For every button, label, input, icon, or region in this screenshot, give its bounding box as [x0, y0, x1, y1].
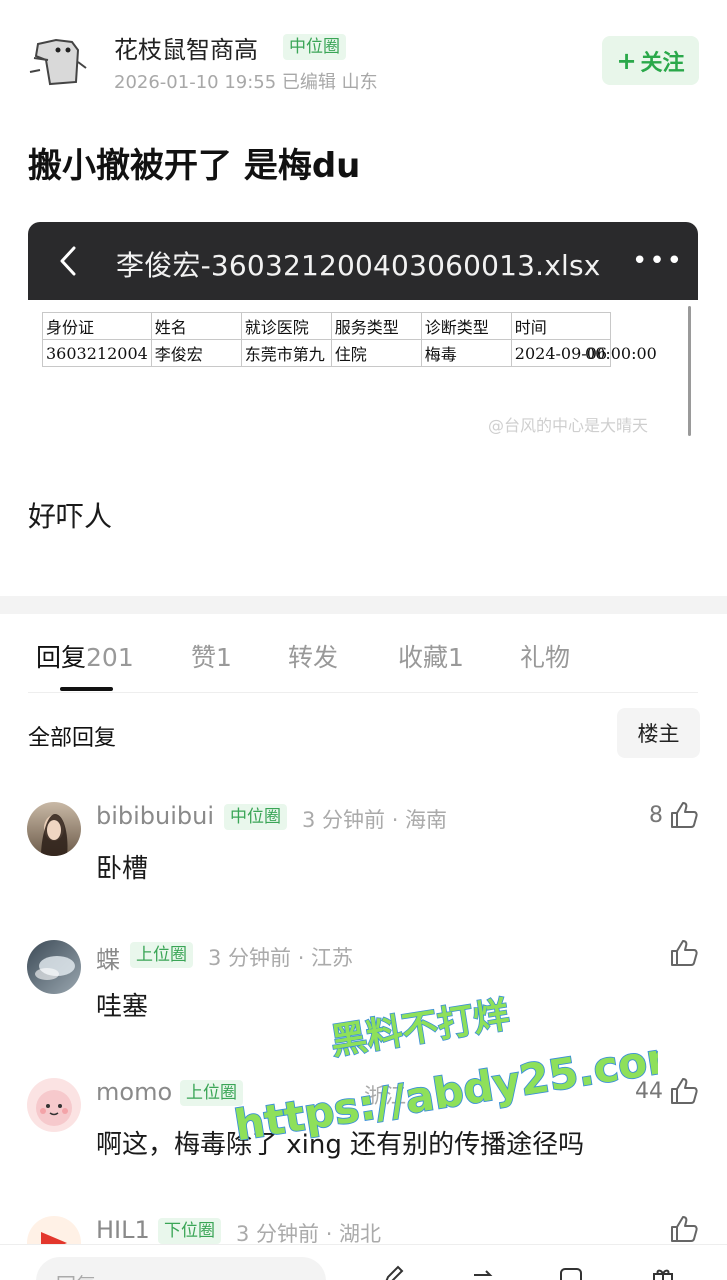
scrollbar[interactable] [688, 306, 691, 436]
circle-badge: 上位圈 [180, 1080, 243, 1106]
tab-count: 1 [448, 643, 464, 672]
tab-replies[interactable]: 回复201 [36, 638, 134, 674]
sheet-header-cell: 姓名 [150, 312, 242, 340]
comment-text: 啊这，梅毒除了 xing 还有别的传播途径吗 [96, 1130, 585, 1160]
sheet-overflow-text: 00:00:00 [585, 344, 657, 363]
thumbs-up-icon [671, 1216, 698, 1242]
sheet-header-cell: 身份证 [42, 312, 152, 340]
tab-label: 回复 [36, 643, 87, 672]
tab-reposts[interactable]: 转发 [288, 638, 338, 674]
follow-label: 关注 [640, 50, 685, 76]
thumbs-up-icon [671, 940, 698, 966]
owner-only-button[interactable]: 楼主 [617, 708, 700, 758]
comment-icon[interactable] [558, 1265, 584, 1280]
tab-favorites[interactable]: 收藏1 [398, 638, 464, 674]
thumbs-up-icon [671, 802, 698, 828]
sheet-cell: 住院 [330, 339, 422, 367]
embed-sheet-area: 身份证 姓名 就诊医院 服务类型 诊断类型 时间 3603212004 李俊宏 … [28, 300, 698, 442]
like-button[interactable]: 44 [635, 1076, 699, 1106]
tab-label: 转发 [288, 643, 339, 672]
tab-label: 收藏 [398, 643, 449, 672]
tabs-divider [28, 692, 698, 693]
promo-watermark: 黑料不打烊 https://abdy25.com [230, 994, 658, 1140]
tab-gifts[interactable]: 礼物 [520, 638, 570, 674]
comment-text: 哇塞 [96, 992, 149, 1022]
author-circle-badge: 中位圈 [283, 34, 346, 60]
sheet-header-cell: 服务类型 [330, 312, 422, 340]
weibo-watermark: @台风的中心是大晴天 [488, 416, 649, 435]
comment-meta: 3 分钟前 · 江苏 [208, 946, 354, 970]
tab-likes[interactable]: 赞1 [191, 638, 232, 674]
more-dots-icon: ••• [632, 246, 685, 276]
sheet-header-row: 身份证 姓名 就诊医院 服务类型 诊断类型 时间 [42, 312, 612, 340]
post-meta: 2026-01-10 19:55 已编辑 山东 [114, 72, 378, 93]
commenter-avatar[interactable] [27, 802, 81, 856]
circle-badge: 中位圈 [224, 804, 287, 830]
tab-count: 201 [86, 643, 134, 672]
gift-icon[interactable] [650, 1265, 676, 1280]
repost-icon[interactable] [470, 1265, 496, 1280]
author-name[interactable]: 花枝鼠智商高 [114, 30, 258, 65]
post-detail-page: 花枝鼠智商高 中位圈 2026-01-10 19:55 已编辑 山东 + 关注 … [0, 0, 727, 1280]
sheet-cell: 东莞市第九 [240, 339, 332, 367]
follow-button[interactable]: + 关注 [602, 36, 699, 85]
sheet-cell: 梅毒 [420, 339, 512, 367]
sheet-header-cell: 就诊医院 [240, 312, 332, 340]
reply-input[interactable]: 回复 [36, 1257, 326, 1280]
like-count: 8 [649, 802, 663, 828]
commenter-avatar[interactable] [27, 940, 81, 994]
commenter-name[interactable]: 蝶 [96, 940, 120, 975]
commenter-name[interactable]: momo [96, 1078, 172, 1106]
tab-label: 赞 [191, 643, 217, 672]
promo-line-1: 黑料不打烊 [328, 995, 512, 1064]
post-header: 花枝鼠智商高 中位圈 2026-01-10 19:55 已编辑 山东 + 关注 [0, 0, 727, 110]
embed-title-bar: 李俊宏-360321200403060013.xlsx ••• [28, 222, 698, 300]
commenter-name[interactable]: bibibuibui [96, 802, 214, 830]
like-button[interactable] [663, 938, 699, 968]
active-tab-indicator [60, 687, 113, 691]
comment-text: 卧槽 [96, 854, 149, 884]
bottom-action-bar: 回复 [0, 1244, 727, 1280]
back-chevron-icon [54, 244, 84, 278]
commenter-avatar[interactable] [27, 1078, 81, 1132]
author-avatar[interactable] [28, 32, 90, 90]
like-count: 44 [635, 1078, 663, 1104]
tab-label: 礼物 [520, 643, 571, 672]
like-button[interactable]: 8 [649, 800, 699, 830]
sheet-data-row: 3603212004 李俊宏 东莞市第九 住院 梅毒 2024-09-06 [42, 339, 612, 367]
section-divider [0, 596, 727, 614]
embedded-image[interactable]: 李俊宏-360321200403060013.xlsx ••• 身份证 姓名 就… [28, 222, 698, 442]
comment-meta: 浙江 [364, 1084, 406, 1108]
embed-file-name: 李俊宏-360321200403060013.xlsx [116, 249, 601, 282]
circle-badge: 上位圈 [130, 942, 193, 968]
interaction-tabs: 回复201 赞1 转发 收藏1 礼物 [0, 614, 727, 694]
plus-icon: + [616, 46, 637, 75]
sheet-cell: 李俊宏 [150, 339, 242, 367]
sheet-header-cell: 时间 [510, 312, 612, 340]
sheet-header-cell: 诊断类型 [420, 312, 512, 340]
thumbs-up-icon [671, 1078, 698, 1104]
tab-count: 1 [216, 643, 232, 672]
circle-badge: 下位圈 [158, 1218, 221, 1244]
like-button[interactable] [663, 1214, 699, 1244]
pen-icon[interactable] [380, 1265, 406, 1280]
comment-meta: 3 分钟前 · 海南 [302, 808, 448, 832]
all-replies-label[interactable]: 全部回复 [28, 720, 116, 752]
commenter-name[interactable]: HIL1 [96, 1216, 150, 1244]
spreadsheet-table: 身份证 姓名 就诊医院 服务类型 诊断类型 时间 3603212004 李俊宏 … [42, 312, 612, 367]
sheet-cell: 3603212004 [42, 339, 152, 367]
post-title: 搬小撤被开了 是梅du [28, 146, 361, 186]
post-body: 好吓人 [28, 500, 113, 533]
